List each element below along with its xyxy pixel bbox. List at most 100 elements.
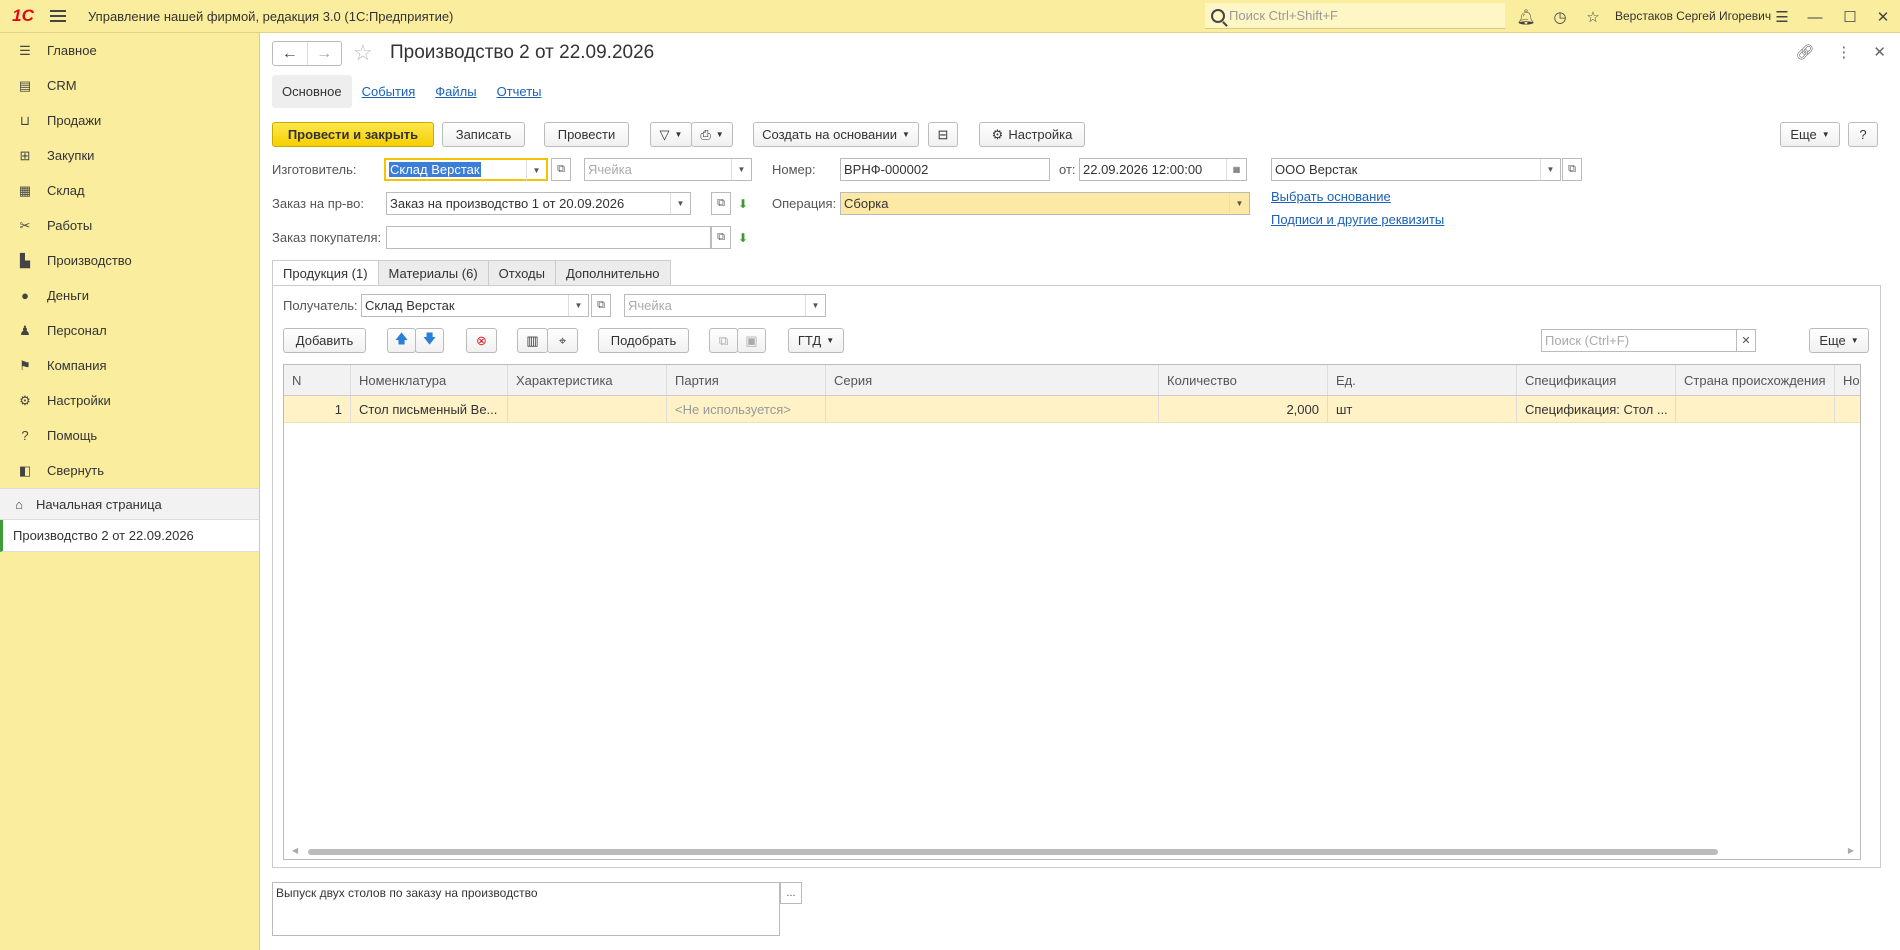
move-up-icon[interactable]: 🡅 xyxy=(387,328,416,353)
scroll-left-icon[interactable]: ◀ xyxy=(292,846,298,855)
sidebar-item-help[interactable]: ? Помощь xyxy=(0,418,259,453)
column-header[interactable]: Серия xyxy=(826,365,1159,395)
tab-materials[interactable]: Материалы (6) xyxy=(377,260,489,286)
clear-search-icon[interactable]: ✕ xyxy=(1736,329,1756,352)
table-more-button[interactable]: Еще ▼ xyxy=(1809,328,1869,353)
tab-main[interactable]: Основное xyxy=(272,75,352,108)
fill-green-icon[interactable]: ⬇ xyxy=(735,230,751,246)
horizontal-scrollbar[interactable]: ◀ ▶ xyxy=(284,845,1860,859)
column-header[interactable]: Характеристика xyxy=(508,365,667,395)
open-icon[interactable]: ⧉ xyxy=(711,192,731,215)
app-logo[interactable]: 1С xyxy=(0,0,46,33)
help-button[interactable]: ? xyxy=(1848,122,1878,147)
sidebar-item-sales[interactable]: ⊔ Продажи xyxy=(0,103,259,138)
open-window-document[interactable]: Производство 2 от 22.09.2026 xyxy=(0,520,259,552)
column-header[interactable]: Но xyxy=(1835,365,1860,395)
save-button[interactable]: Записать xyxy=(442,122,525,147)
settings-button[interactable]: ⚙ Настройка xyxy=(979,122,1085,147)
comment-field[interactable]: Выпуск двух столов по заказу на производ… xyxy=(272,882,780,936)
tab-files[interactable]: Файлы xyxy=(425,75,486,108)
delete-row-icon[interactable]: ⊗ xyxy=(466,328,497,353)
main-menu-button[interactable] xyxy=(46,10,70,22)
tab-waste[interactable]: Отходы xyxy=(487,260,556,286)
open-icon[interactable]: ⧉ xyxy=(711,226,731,249)
move-down-icon[interactable]: 🡇 xyxy=(415,328,444,353)
open-window-home[interactable]: ⌂ Начальная страница xyxy=(0,488,259,520)
operation-field[interactable]: Сборка ▼ xyxy=(840,192,1250,215)
column-header[interactable]: Партия xyxy=(667,365,826,395)
chevron-down-icon[interactable]: ▼ xyxy=(1540,159,1560,180)
table-row[interactable]: 1 Стол письменный Ве... <Не используется… xyxy=(284,396,1860,423)
organization-field[interactable]: ООО Верстак ▼ xyxy=(1271,158,1561,181)
sidebar-item-main[interactable]: ☰ Главное xyxy=(0,33,259,68)
pick-button[interactable]: Подобрать xyxy=(598,328,689,353)
maximize-icon[interactable]: ☐ xyxy=(1840,7,1860,27)
number-field[interactable]: ВРНФ-000002 xyxy=(840,158,1050,181)
chevron-down-icon[interactable]: ▼ xyxy=(1229,193,1249,214)
sidebar-item-works[interactable]: ✂ Работы xyxy=(0,208,259,243)
close-window-icon[interactable]: ✕ xyxy=(1873,7,1893,27)
close-form-icon[interactable]: ✕ xyxy=(1873,43,1886,61)
comment-expand-button[interactable]: ... xyxy=(780,882,802,904)
date-field[interactable]: 22.09.2026 12:00:00 ▦ xyxy=(1079,158,1247,181)
tab-additional[interactable]: Дополнительно xyxy=(554,260,671,286)
post-and-close-button[interactable]: Провести и закрыть xyxy=(272,122,434,147)
scanner-icon[interactable]: ⌖ xyxy=(547,328,578,353)
bell-icon[interactable]: 🔔︎ xyxy=(1516,7,1536,27)
receiver-field[interactable]: Склад Верстак ▼ xyxy=(361,294,589,317)
post-button[interactable]: Провести xyxy=(544,122,629,147)
sidebar-item-money[interactable]: ● Деньги xyxy=(0,278,259,313)
structure-button[interactable]: ⊟ xyxy=(928,122,958,147)
back-arrow-icon[interactable]: ← xyxy=(273,42,307,65)
sidebar-item-settings[interactable]: ⚙ Настройки xyxy=(0,383,259,418)
chevron-down-icon[interactable]: ▼ xyxy=(805,295,825,316)
calendar-icon[interactable]: ▦ xyxy=(1226,159,1246,180)
more-button[interactable]: Еще ▼ xyxy=(1780,122,1840,147)
barcode-icon[interactable]: ▥ xyxy=(517,328,548,353)
column-header[interactable]: N xyxy=(284,365,351,395)
tab-reports[interactable]: Отчеты xyxy=(487,75,552,108)
print-button[interactable]: ⎙ ▼ xyxy=(691,122,733,147)
link-icon[interactable]: 🔗︎ xyxy=(1795,43,1814,61)
forward-arrow-icon[interactable]: → xyxy=(306,42,342,65)
maker-cell-field[interactable]: Ячейка ▼ xyxy=(584,158,752,181)
column-header[interactable]: Страна происхождения xyxy=(1676,365,1835,395)
sidebar-item-staff[interactable]: ♟ Персонал xyxy=(0,313,259,348)
paste-rows-icon[interactable]: ▣ xyxy=(737,328,766,353)
tab-events[interactable]: События xyxy=(352,75,426,108)
minimize-icon[interactable]: — xyxy=(1805,7,1825,27)
chevron-down-icon[interactable]: ▼ xyxy=(526,160,546,181)
chevron-down-icon[interactable]: ▼ xyxy=(670,193,690,214)
production-order-field[interactable]: Заказ на производство 1 от 20.09.2026 ▼ xyxy=(386,192,691,215)
sidebar-item-warehouse[interactable]: ▦ Склад xyxy=(0,173,259,208)
more-vertical-icon[interactable]: ⋮ xyxy=(1836,43,1851,61)
open-icon[interactable]: ⧉ xyxy=(591,294,611,317)
create-based-on-button[interactable]: Создать на основании ▼ xyxy=(753,122,919,147)
tab-products[interactable]: Продукция (1) xyxy=(272,260,379,286)
column-header[interactable]: Количество xyxy=(1159,365,1328,395)
sidebar-item-crm[interactable]: ▤ CRM xyxy=(0,68,259,103)
add-row-button[interactable]: Добавить xyxy=(283,328,366,353)
gtd-button[interactable]: ГТД ▼ xyxy=(788,328,844,353)
history-icon[interactable]: ◷ xyxy=(1550,7,1570,27)
scrollbar-thumb[interactable] xyxy=(308,849,1718,855)
global-search-input[interactable]: Поиск Ctrl+Shift+F xyxy=(1205,3,1505,29)
sidebar-item-purchases[interactable]: ⊞ Закупки xyxy=(0,138,259,173)
copy-rows-icon[interactable]: ⧉ xyxy=(709,328,738,353)
user-name[interactable]: Верстаков Сергей Игоревич xyxy=(1615,9,1771,23)
favorites-star-icon[interactable]: ☆ xyxy=(1583,7,1603,27)
receiver-cell-field[interactable]: Ячейка ▼ xyxy=(624,294,826,317)
filter-button[interactable]: ▽ ▼ xyxy=(650,122,692,147)
sidebar-item-company[interactable]: ⚑ Компания xyxy=(0,348,259,383)
column-header[interactable]: Спецификация xyxy=(1517,365,1676,395)
open-icon[interactable]: ⧉ xyxy=(1562,158,1582,181)
chevron-down-icon[interactable]: ▼ xyxy=(731,159,751,180)
column-header[interactable]: Ед. xyxy=(1328,365,1517,395)
table-search-input[interactable]: Поиск (Ctrl+F) xyxy=(1541,329,1737,352)
sidebar-item-production[interactable]: ▙ Производство xyxy=(0,243,259,278)
fill-green-icon[interactable]: ⬇ xyxy=(735,196,751,212)
signatures-link[interactable]: Подписи и другие реквизиты xyxy=(1271,212,1444,227)
favorite-star-icon[interactable]: ☆ xyxy=(353,40,373,66)
settings-lines-icon[interactable]: ☰ xyxy=(1772,7,1792,27)
maker-field[interactable]: Склад Верстак ▼ xyxy=(384,158,548,181)
